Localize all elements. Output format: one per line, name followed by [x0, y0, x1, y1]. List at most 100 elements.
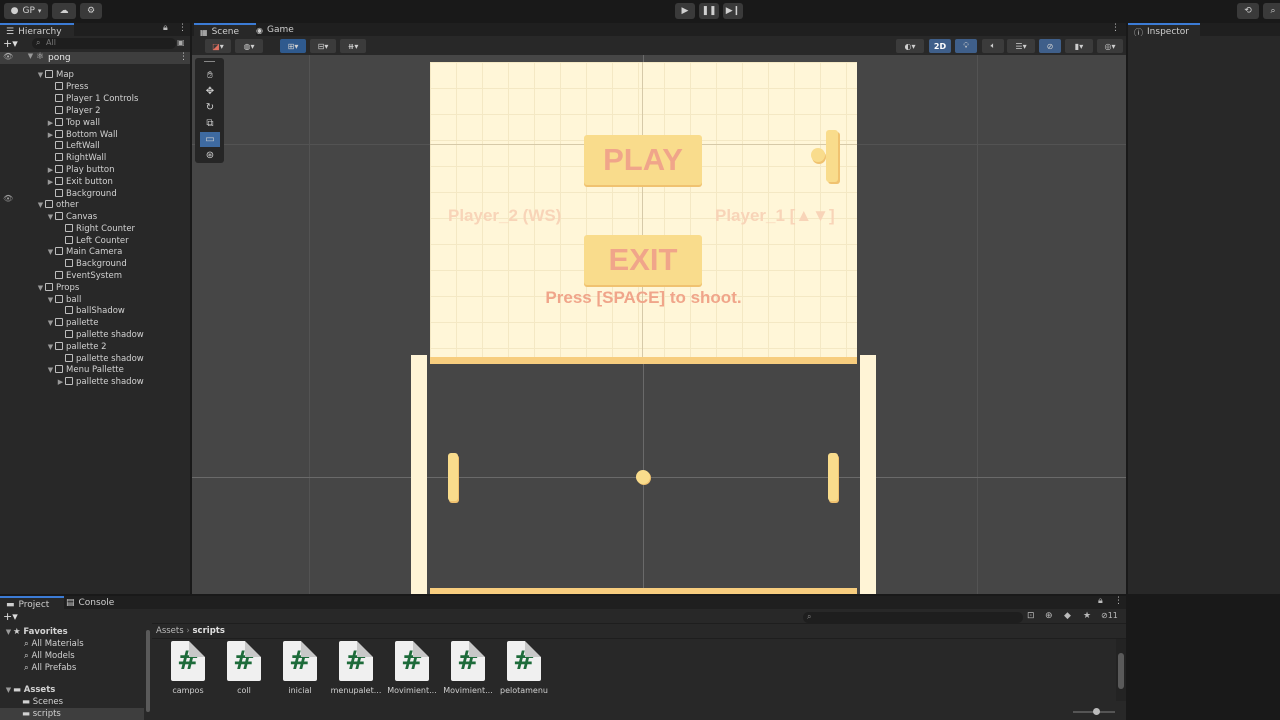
play-menu-button[interactable]: PLAY [584, 135, 702, 185]
favorite-item[interactable]: ⌕ All Materials [24, 638, 84, 650]
hierarchy-item[interactable]: pallette shadow [56, 329, 144, 341]
hierarchy-item[interactable]: ▼ Canvas [46, 211, 97, 223]
project-search-input[interactable]: ⌕ [803, 612, 1023, 623]
shading-mode-dropdown[interactable]: ◐ ▾ [896, 39, 924, 53]
hierarchy-search-input[interactable]: ⌕ All [32, 38, 176, 49]
script-asset[interactable]: # campos [161, 641, 215, 695]
step-button[interactable]: ▶❙ [723, 3, 743, 19]
hierarchy-item[interactable]: RightWall [46, 152, 106, 164]
favorite-item[interactable]: ⌕ All Models [24, 650, 75, 662]
breadcrumb-scripts[interactable]: scripts [192, 626, 224, 636]
favorite-item[interactable]: ⌕ All Prefabs [24, 662, 76, 674]
expand-arrow-icon[interactable]: ▼ [26, 52, 35, 60]
script-asset[interactable]: # coll [217, 641, 271, 695]
search-by-type-icon[interactable]: ⊡ [1027, 611, 1035, 621]
rect-tool[interactable]: ▭ [200, 132, 220, 147]
hierarchy-item[interactable]: ▶ Top wall [46, 117, 100, 129]
hierarchy-item[interactable]: Player 1 Controls [46, 93, 138, 105]
tree-scrollbar[interactable] [145, 626, 151, 720]
add-button[interactable]: +▾ [3, 38, 23, 50]
more-icon[interactable]: ⋮ [178, 23, 187, 33]
tab-game[interactable]: ◉ Game [250, 23, 300, 37]
tag-icon[interactable]: ◆ [1064, 611, 1071, 621]
expand-arrow-icon[interactable]: ▼ [36, 69, 45, 81]
hierarchy-item[interactable]: ballShadow [56, 305, 125, 317]
more-icon[interactable]: ⋮ [179, 52, 188, 62]
zoom-slider[interactable] [1073, 708, 1115, 715]
pause-button[interactable]: ❚❚ [699, 3, 719, 19]
expand-arrow-icon[interactable]: ▼ [46, 294, 55, 306]
script-asset[interactable]: # Movimient... [385, 641, 439, 695]
move-tool[interactable]: ✥ [200, 84, 220, 99]
hierarchy-item[interactable]: ▼ pallette 2 [46, 341, 107, 353]
search-button[interactable]: ⌕ [1263, 3, 1280, 19]
history-button[interactable]: ⟲ [1237, 3, 1259, 19]
global-toggle[interactable]: ◍ ▾ [235, 39, 263, 53]
expand-arrow-icon[interactable]: ▼ [36, 199, 45, 211]
expand-arrow-icon[interactable]: ▶ [56, 376, 65, 388]
folder-item[interactable]: ▬ Scenes [22, 696, 63, 708]
scene-viewport[interactable]: PLAY EXIT Player_2 (WS) Player_1 [▲▼] Pr… [192, 55, 1126, 594]
account-dropdown[interactable]: ● GP ▾ [4, 3, 48, 19]
expand-arrow-icon[interactable]: ▶ [46, 176, 55, 188]
expand-arrow-icon[interactable]: ▼ [46, 317, 55, 329]
hidden-visibility-icon[interactable]: 👁︎ [3, 194, 13, 203]
expand-arrow-icon[interactable]: ▼ [46, 364, 55, 376]
hierarchy-item[interactable]: ▶ Play button [46, 164, 114, 176]
script-asset[interactable]: # inicial [273, 641, 327, 695]
scene-row[interactable]: 👁︎ ▼ ⚛ pong ⋮ [0, 52, 190, 64]
folder-item-selected[interactable]: ▬ scripts [0, 708, 144, 720]
hierarchy-item[interactable]: ▼ Props [36, 282, 79, 294]
effects-dropdown[interactable]: ☰ ▾ [1007, 39, 1035, 53]
scene-search-icon[interactable]: ▣ [177, 38, 185, 47]
collab-button[interactable]: ⚙ [80, 3, 102, 19]
more-icon[interactable]: ⋮ [1111, 23, 1120, 33]
hierarchy-item[interactable]: Background [56, 258, 127, 270]
hierarchy-item[interactable]: ▼ Main Camera [46, 246, 122, 258]
draw-mode-dropdown[interactable]: ◪ ▾ [205, 39, 231, 53]
hierarchy-item[interactable]: Right Counter [56, 223, 135, 235]
hierarchy-item[interactable]: ▶ Exit button [46, 176, 113, 188]
hand-tool[interactable]: ✋︎ [200, 68, 220, 83]
hierarchy-item[interactable]: ▼ other [36, 199, 79, 211]
expand-arrow-icon[interactable]: ▼ [46, 341, 55, 353]
audio-toggle[interactable]: 🔈︎ [982, 39, 1004, 53]
expand-arrow-icon[interactable]: ▼ [46, 211, 55, 223]
expand-arrow-icon[interactable]: ▼ [36, 282, 45, 294]
hierarchy-item[interactable]: ▶ pallette shadow [56, 376, 144, 388]
lock-icon[interactable]: 🔒︎ [163, 23, 168, 33]
tab-console[interactable]: ▤ Console [60, 596, 120, 610]
hierarchy-item[interactable]: ▼ pallette [46, 317, 98, 329]
hierarchy-item[interactable]: ▼ Menu Pallette [46, 364, 124, 376]
expand-arrow-icon[interactable]: ▶ [46, 117, 55, 129]
hierarchy-item[interactable]: Press [46, 81, 88, 93]
expand-arrow-icon[interactable]: ▼ [46, 246, 55, 258]
favorites-item[interactable]: ▼ ★ Favorites [4, 626, 68, 638]
lighting-toggle[interactable]: 💡︎ [955, 39, 977, 53]
grid-snap-toggle[interactable]: ⊞ ▾ [280, 39, 306, 53]
rotate-tool[interactable]: ↻ [200, 100, 220, 115]
search-by-label-icon[interactable]: ⊕ [1045, 611, 1053, 621]
exit-menu-button[interactable]: EXIT [584, 235, 702, 285]
gizmos-dropdown[interactable]: ◎ ▾ [1097, 39, 1123, 53]
star-icon[interactable]: ★ [1083, 611, 1091, 621]
more-icon[interactable]: ⋮ [1114, 596, 1123, 606]
lock-icon[interactable]: 🔒︎ [1098, 596, 1103, 606]
play-button[interactable]: ▶ [675, 3, 695, 19]
transform-tool[interactable]: ⊛ [200, 148, 220, 163]
hierarchy-item[interactable]: ▼ Map [36, 69, 74, 81]
assets-folder[interactable]: ▼ ▬ Assets [4, 684, 56, 696]
cloud-button[interactable]: ☁ [52, 3, 76, 19]
hierarchy-item[interactable]: Player 2 [46, 105, 101, 117]
grid-visibility-dropdown[interactable]: ⧻ ▾ [340, 39, 366, 53]
script-asset[interactable]: # pelotamenu [497, 641, 551, 695]
hidden-objects-toggle[interactable]: ⊘ [1039, 39, 1061, 53]
expand-arrow-icon[interactable]: ▶ [46, 164, 55, 176]
script-asset[interactable]: # menupalet... [329, 641, 383, 695]
snap-increment-dropdown[interactable]: ⊟ ▾ [310, 39, 336, 53]
visibility-icon[interactable]: 👁︎ [3, 52, 13, 61]
hierarchy-item[interactable]: EventSystem [46, 270, 122, 282]
script-asset[interactable]: # Movimient... [441, 641, 495, 695]
camera-dropdown[interactable]: ▮ ▾ [1065, 39, 1093, 53]
breadcrumb-assets[interactable]: Assets [156, 626, 184, 636]
